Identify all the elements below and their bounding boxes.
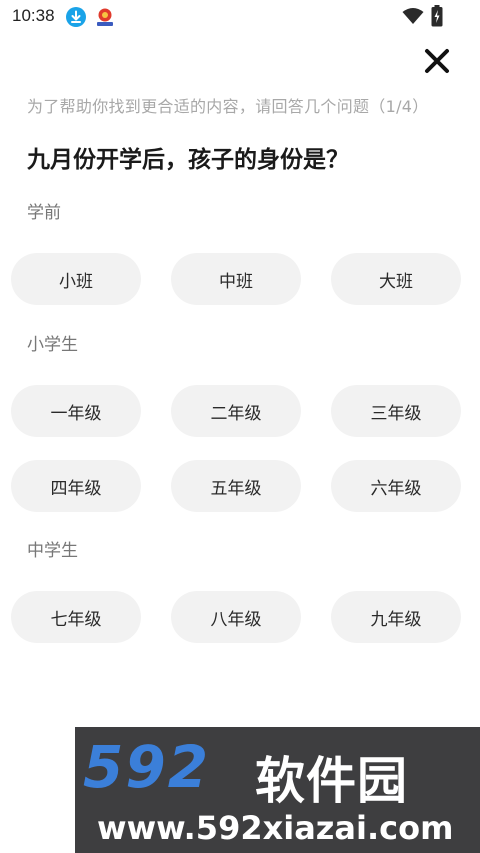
option-button[interactable]: 二年级 [171, 385, 301, 437]
option-button[interactable]: 五年级 [171, 460, 301, 512]
app-notification-icon [97, 8, 113, 26]
option-button[interactable]: 大班 [331, 253, 461, 305]
progress-hint: 为了帮助你找到更合适的内容，请回答几个问题（1/4） [27, 97, 429, 116]
watermark-banner: 592 软件园 www.592xiazai.com [75, 727, 480, 853]
option-button[interactable]: 八年级 [171, 591, 301, 643]
watermark-name: 软件园 [255, 752, 408, 810]
option-button[interactable]: 三年级 [331, 385, 461, 437]
option-button[interactable]: 一年级 [11, 385, 141, 437]
close-icon [425, 49, 449, 73]
watermark-url: www.592xiazai.com [97, 809, 454, 847]
question-title: 九月份开学后，孩子的身份是？ [27, 147, 349, 173]
option-button[interactable]: 六年级 [331, 460, 461, 512]
wifi-icon [402, 8, 424, 24]
option-button[interactable]: 四年级 [11, 460, 141, 512]
status-bar: 10:38 [0, 0, 480, 34]
section-label-middle: 中学生 [27, 541, 78, 561]
option-button[interactable]: 小班 [11, 253, 141, 305]
option-button[interactable]: 九年级 [331, 591, 461, 643]
status-time: 10:38 [12, 6, 55, 25]
section-label-preschool: 学前 [27, 203, 61, 223]
option-button[interactable]: 七年级 [11, 591, 141, 643]
section-label-primary: 小学生 [27, 335, 78, 355]
battery-charging-icon [431, 5, 443, 27]
close-button[interactable] [420, 44, 454, 78]
option-button[interactable]: 中班 [171, 253, 301, 305]
watermark-number: 592 [83, 733, 211, 801]
download-icon [66, 7, 86, 27]
